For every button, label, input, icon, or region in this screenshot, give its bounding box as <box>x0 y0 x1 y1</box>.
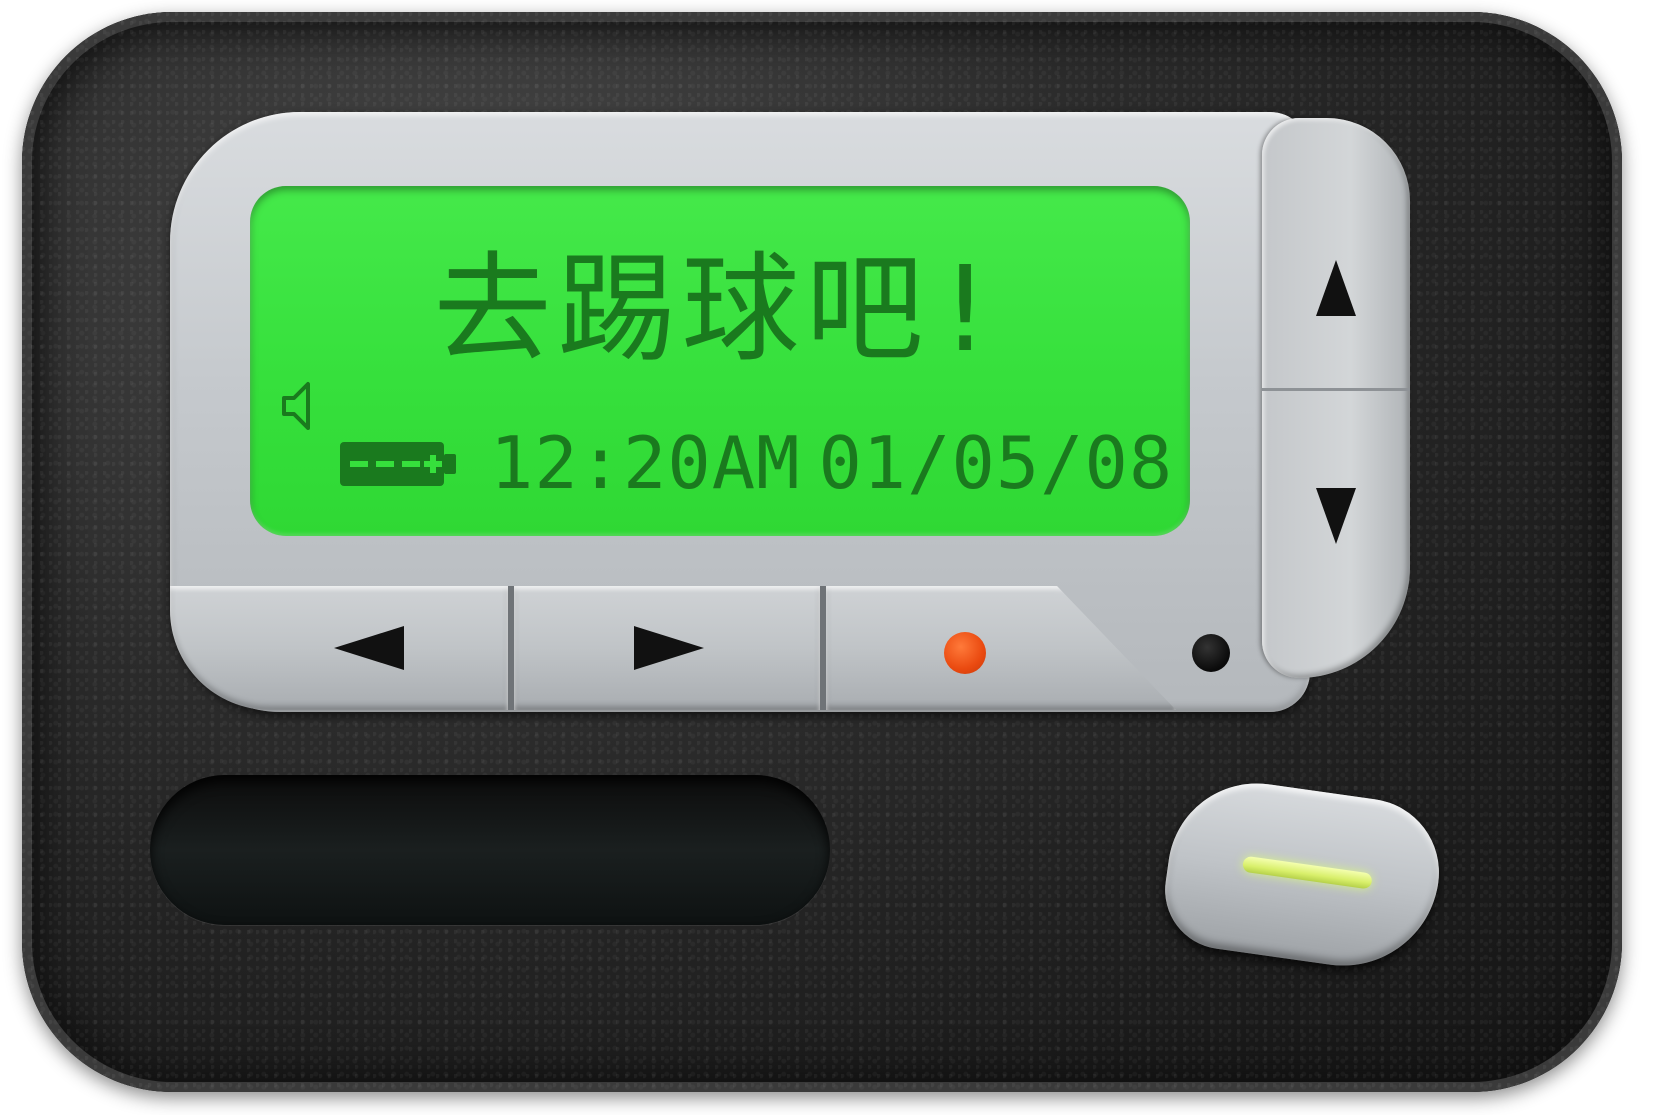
lcd-time: 12:20AM <box>490 421 801 505</box>
arrow-right-icon <box>634 626 704 670</box>
arrow-left-icon <box>334 626 404 670</box>
select-dot <box>944 632 986 674</box>
power-led <box>1241 855 1373 890</box>
scroll-up-button[interactable] <box>1262 118 1410 391</box>
belt-clip-slot <box>150 775 830 925</box>
arrow-up-icon <box>1316 260 1356 316</box>
indicator-light <box>1192 634 1230 672</box>
speaker-icon <box>282 382 310 430</box>
lcd-message: 去踢球吧! <box>433 240 1007 378</box>
scroll-down-button[interactable] <box>1262 391 1410 678</box>
pager-image: 去踢球吧! 12:20AM 01/05/08 <box>0 0 1660 1115</box>
battery-icon <box>340 442 456 486</box>
lcd-status-line: 12:20AM 01/05/08 <box>490 418 1173 508</box>
lcd-screen: 去踢球吧! 12:20AM 01/05/08 <box>250 186 1190 536</box>
scroll-rocker <box>1262 118 1410 678</box>
right-button[interactable] <box>514 586 820 710</box>
button-divider <box>820 586 826 710</box>
left-button[interactable] <box>170 586 508 710</box>
arrow-down-icon <box>1316 488 1356 544</box>
lcd-date: 01/05/08 <box>818 421 1174 505</box>
